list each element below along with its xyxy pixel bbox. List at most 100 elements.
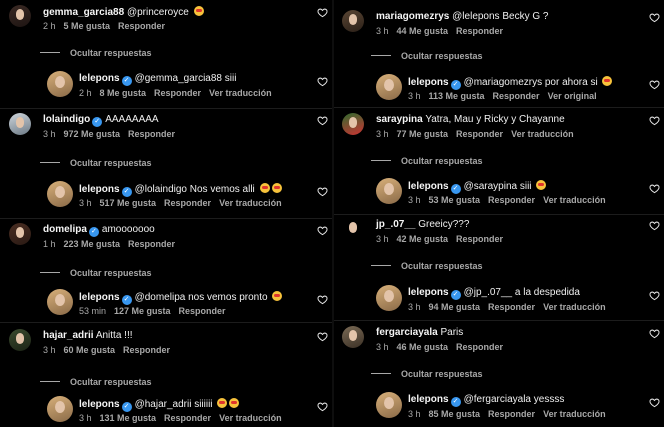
comment-username[interactable]: lolaindigo — [43, 114, 90, 125]
translate-button[interactable]: Ver traducción — [219, 413, 282, 423]
comment-username[interactable]: lelepons — [79, 292, 120, 303]
comment-likes[interactable]: 131 Me gusta — [100, 413, 157, 423]
comment-username[interactable]: hajar_adrii — [43, 330, 94, 341]
reply-button[interactable]: Responder — [154, 88, 201, 98]
avatar[interactable] — [376, 285, 402, 311]
heart-icon[interactable] — [649, 12, 660, 23]
comment-username[interactable]: saraypina — [376, 114, 423, 125]
translate-button[interactable]: Ver traducción — [511, 129, 574, 139]
heart-icon[interactable] — [317, 225, 328, 236]
reply-button[interactable]: Responder — [123, 345, 170, 355]
comment-username[interactable]: jp_.07__ — [376, 219, 415, 230]
comment-likes[interactable]: 113 Me gusta — [429, 91, 485, 101]
avatar[interactable] — [47, 181, 73, 207]
translate-button[interactable]: Ver traducción — [209, 88, 272, 98]
heart-icon[interactable] — [317, 294, 328, 305]
hide-replies-button[interactable]: Ocultar respuestas — [40, 48, 152, 59]
reply-button[interactable]: Responder — [164, 413, 211, 423]
heart-icon[interactable] — [649, 397, 660, 408]
heart-icon[interactable] — [317, 401, 328, 412]
hide-replies-button[interactable]: Ocultar respuestas — [371, 51, 483, 62]
heart-icon[interactable] — [317, 186, 328, 197]
reply-button[interactable]: Responder — [456, 342, 503, 352]
hide-replies-button[interactable]: Ocultar respuestas — [40, 158, 152, 169]
comment-likes[interactable]: 85 Me gusta — [429, 409, 481, 419]
avatar[interactable] — [342, 10, 364, 32]
heart-icon[interactable] — [317, 331, 328, 342]
reply-button[interactable]: Responder — [488, 302, 535, 312]
comment-username[interactable]: gemma_garcia88 — [43, 7, 124, 18]
heart-icon[interactable] — [649, 183, 660, 194]
translate-button[interactable]: Ver original — [548, 91, 597, 101]
comment-username[interactable]: lelepons — [408, 77, 449, 88]
translate-button[interactable]: Ver traducción — [543, 195, 606, 205]
translate-button[interactable]: Ver traducción — [543, 409, 606, 419]
comment-username[interactable]: lelepons — [79, 73, 120, 84]
avatar[interactable] — [47, 396, 73, 422]
comment-likes[interactable]: 53 Me gusta — [429, 195, 481, 205]
comment-username[interactable]: lelepons — [408, 394, 449, 405]
reply-button[interactable]: Responder — [488, 195, 535, 205]
comment-likes[interactable]: 60 Me gusta — [64, 345, 116, 355]
comment-username[interactable]: lelepons — [408, 287, 449, 298]
hide-replies-button[interactable]: Ocultar respuestas — [371, 261, 483, 272]
avatar[interactable] — [9, 5, 31, 27]
avatar[interactable] — [47, 71, 73, 97]
reply-button[interactable]: Responder — [164, 198, 211, 208]
hide-replies-button[interactable]: Ocultar respuestas — [40, 268, 152, 279]
comment-text: Yatra, Mau y Ricky y Chayanne — [425, 114, 565, 125]
avatar[interactable] — [376, 392, 402, 418]
avatar[interactable] — [342, 218, 364, 240]
comment-username[interactable]: lelepons — [79, 184, 120, 195]
avatar[interactable] — [342, 113, 364, 135]
heart-icon[interactable] — [317, 115, 328, 126]
comment-username[interactable]: lelepons — [79, 399, 120, 410]
comment-username[interactable]: fergarciayala — [376, 327, 438, 338]
comment-likes[interactable]: 127 Me gusta — [114, 306, 171, 316]
comment-likes[interactable]: 5 Me gusta — [64, 21, 111, 31]
avatar[interactable] — [9, 329, 31, 351]
comment-line: jp_.07__ Greeicy??? — [376, 219, 469, 231]
comment-username[interactable]: lelepons — [408, 181, 449, 192]
reply-button[interactable]: Responder — [456, 129, 503, 139]
comment-likes[interactable]: 94 Me gusta — [429, 302, 481, 312]
avatar[interactable] — [47, 289, 73, 315]
comment-likes[interactable]: 8 Me gusta — [100, 88, 147, 98]
reply-button[interactable]: Responder — [128, 239, 175, 249]
hide-replies-button[interactable]: Ocultar respuestas — [371, 156, 483, 167]
heart-icon[interactable] — [317, 76, 328, 87]
comment-likes[interactable]: 972 Me gusta — [64, 129, 121, 139]
heart-icon[interactable] — [649, 79, 660, 90]
translate-button[interactable]: Ver traducción — [543, 302, 606, 312]
comment-likes[interactable]: 44 Me gusta — [397, 26, 449, 36]
comment-text: Greeicy??? — [418, 219, 470, 230]
translate-button[interactable]: Ver traducción — [219, 198, 282, 208]
heart-icon[interactable] — [317, 7, 328, 18]
reply-button[interactable]: Responder — [488, 409, 535, 419]
comment-username[interactable]: mariagomezrys — [376, 11, 449, 22]
heart-icon[interactable] — [649, 115, 660, 126]
avatar[interactable] — [9, 113, 31, 135]
reply-button[interactable]: Responder — [493, 91, 540, 101]
reply-button[interactable]: Responder — [118, 21, 165, 31]
comment-text: @saraypina siii — [463, 181, 532, 192]
heart-icon[interactable] — [649, 290, 660, 301]
avatar[interactable] — [342, 326, 364, 348]
reply-button[interactable]: Responder — [456, 26, 503, 36]
avatar[interactable] — [376, 178, 402, 204]
avatar[interactable] — [376, 74, 402, 100]
heart-icon[interactable] — [649, 328, 660, 339]
heart-icon[interactable] — [649, 220, 660, 231]
hide-replies-button[interactable]: Ocultar respuestas — [40, 377, 152, 388]
comment-likes[interactable]: 517 Me gusta — [100, 198, 157, 208]
comment-likes[interactable]: 42 Me gusta — [397, 234, 449, 244]
reply-button[interactable]: Responder — [128, 129, 175, 139]
comment-username[interactable]: domelipa — [43, 224, 87, 235]
avatar[interactable] — [9, 223, 31, 245]
comment-likes[interactable]: 77 Me gusta — [397, 129, 449, 139]
reply-button[interactable]: Responder — [179, 306, 226, 316]
comment-likes[interactable]: 46 Me gusta — [397, 342, 449, 352]
hide-replies-button[interactable]: Ocultar respuestas — [371, 369, 483, 380]
reply-button[interactable]: Responder — [456, 234, 503, 244]
comment-likes[interactable]: 223 Me gusta — [64, 239, 121, 249]
